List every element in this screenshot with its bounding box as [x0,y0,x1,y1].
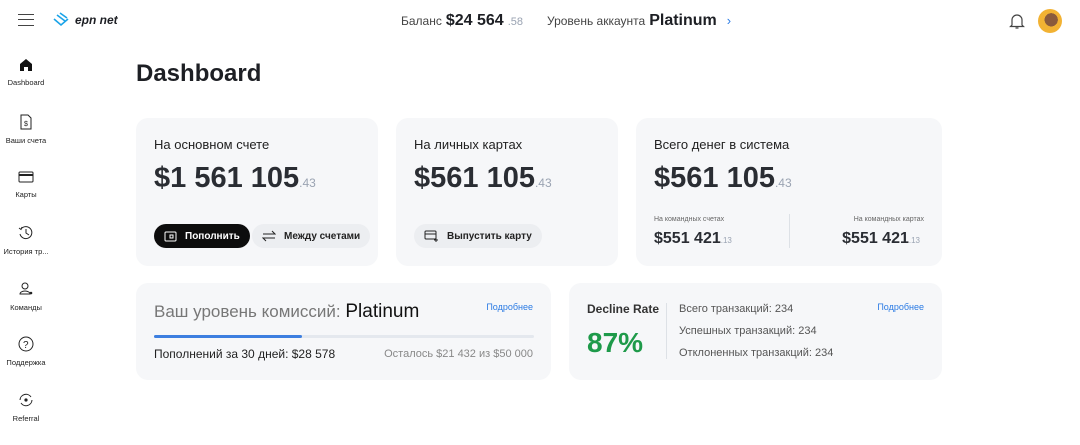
button-label: Между счетами [284,230,361,242]
team-icon [19,282,33,295]
declined-transactions: Отклоненных транзакций: 234 [679,347,834,359]
wallet-icon [164,231,177,241]
card-value: $1 561 105.43 [154,162,316,195]
page-title: Dashboard [136,60,262,87]
commission-progress-bar [154,335,534,338]
sidebar-item-cards[interactable]: Карты [0,170,52,199]
sidebar-item-history[interactable]: История тр... [0,225,52,256]
cents: .13 [720,236,732,245]
logo-icon [53,12,69,27]
decline-rate-label: Decline Rate [587,302,660,316]
total-money-card: Всего денег в система $561 105.43 На ком… [636,118,942,266]
cents: .43 [299,176,316,190]
progress-fill [154,335,303,338]
decline-rate-value: 87% [587,327,644,358]
cents: .43 [534,176,552,190]
cents: .43 [774,176,792,190]
card-value: $561 105.43 [654,162,792,195]
sidebar-item-label: История тр... [3,247,49,256]
level-label: Уровень аккаунта [547,14,646,28]
divider [789,214,790,248]
logo[interactable]: epn net [52,11,118,29]
button-label: Выпустить карту [447,230,532,242]
transfer-button[interactable]: Между счетами [252,224,371,248]
card-label: На личных картах [414,137,523,152]
history-icon [18,226,33,240]
amount: $1 561 105 [154,162,300,194]
team-cards-label: На командных картах [853,216,924,223]
sidebar-item-label: Карты [15,190,37,199]
level-value: Platinum [649,12,717,29]
menu-button[interactable] [18,14,34,26]
remaining-amount: Осталось $21 432 из $50 000 [384,348,533,360]
chevron-right-icon: › [726,13,732,28]
card-label: Всего денег в система [654,137,790,152]
commission-more-link[interactable]: Подробнее [486,302,533,312]
amount: $561 105 [654,162,775,194]
card-icon [18,171,34,183]
personal-cards-card: На личных картах $561 105.43 Выпустить к… [396,118,618,266]
transfer-icon [262,230,276,242]
balance: Баланс $24 564.58 [401,12,523,30]
balance-cents: .58 [507,16,523,28]
sidebar-item-accounts[interactable]: $ Ваши счета [0,114,52,145]
deposits-30-days: Пополнений за 30 дней: $28 578 [154,347,336,361]
account-level-link[interactable]: Уровень аккаунта Platinum › [547,12,731,30]
amount: $561 105 [414,162,535,194]
add-card-icon [424,230,438,242]
svg-text:$: $ [24,121,28,128]
sidebar-item-label: Referral [12,414,40,423]
sidebar-item-referral[interactable]: Referral [0,392,52,423]
svg-text:?: ? [23,340,29,351]
divider [666,303,667,359]
issue-card-button[interactable]: Выпустить карту [414,224,542,248]
cents: .13 [908,236,920,245]
topup-button[interactable]: Пополнить [154,224,250,248]
help-icon: ? [18,336,34,352]
balance-value: $24 564 [445,12,504,29]
sidebar-item-label: Ваши счета [5,136,47,145]
main-account-card: На основном счете $1 561 105.43 Пополнит… [136,118,378,266]
total-transactions: Всего транзакций: 234 [679,303,794,315]
sidebar-item-label: Команды [10,303,42,312]
button-label: Пополнить [185,230,240,242]
sidebar-item-label: Поддержка [6,358,46,367]
commission-level: Platinum [345,301,420,322]
decline-more-link[interactable]: Подробнее [877,302,924,312]
sidebar-item-dashboard[interactable]: Dashboard [0,58,52,87]
amount: $551 421 [654,230,721,247]
referral-icon [19,393,33,407]
commission-title: Ваш уровень комиссий: Platinum [154,301,419,323]
amount: $551 421 [842,230,909,247]
avatar[interactable] [1038,9,1062,33]
team-accounts-value: $551 421.13 [654,230,732,248]
commission-label: Ваш уровень комиссий: [154,302,341,321]
team-cards-value: $551 421.13 [842,230,920,248]
home-icon [20,59,32,71]
sidebar-item-teams[interactable]: Команды [0,281,52,312]
logo-text: epn net [75,13,118,27]
successful-transactions: Успешных транзакций: 234 [679,325,817,337]
balance-label: Баланс [401,14,442,28]
sidebar-item-support[interactable]: ? Поддержка [0,336,52,367]
document-dollar-icon: $ [20,114,32,130]
card-value: $561 105.43 [414,162,552,195]
bell-icon[interactable] [1009,12,1025,30]
commission-card: Ваш уровень комиссий: Platinum Подробнее… [136,283,551,380]
card-label: На основном счете [154,137,270,152]
sidebar-item-label: Dashboard [7,78,45,87]
decline-rate-card: Decline Rate 87% Всего транзакций: 234 У… [569,283,942,380]
team-accounts-label: На командных счетах [654,216,725,223]
